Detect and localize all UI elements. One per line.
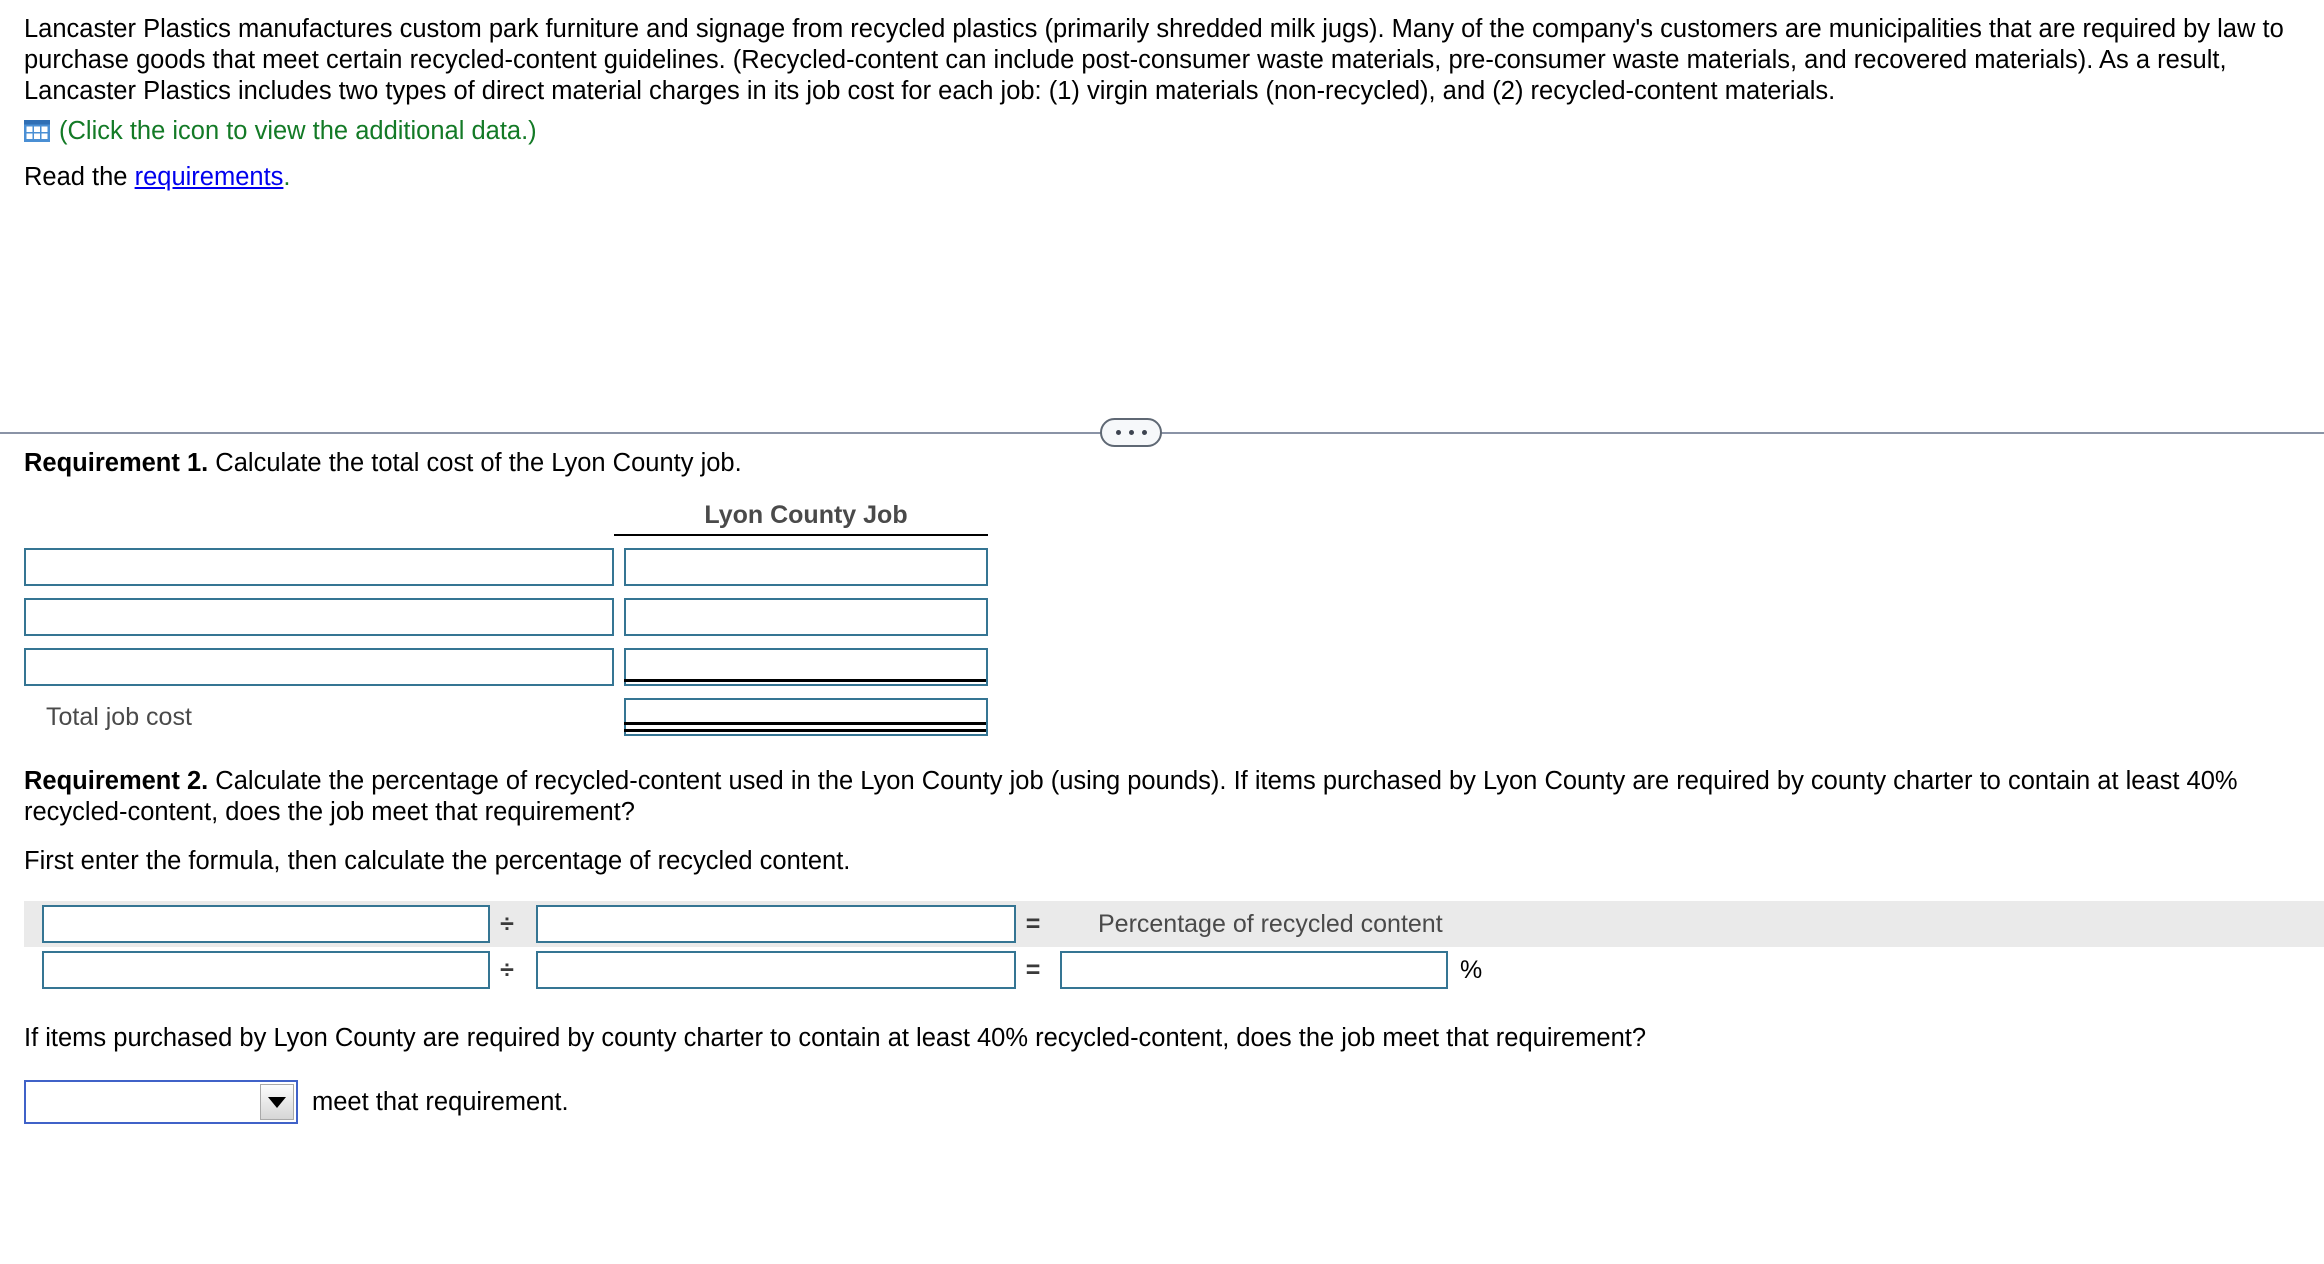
formula-numerator-label-input[interactable]	[42, 905, 490, 943]
requirement-2-text: Calculate the percentage of recycled-con…	[24, 767, 2238, 826]
equals-symbol-icon: =	[1025, 955, 1041, 984]
requirement-2-question: If items purchased by Lyon County are re…	[24, 1024, 1647, 1052]
row-3-value-cell	[614, 648, 988, 686]
divide-symbol-icon: ÷	[500, 955, 514, 984]
formula-block: ÷ = Percentage of recycled content ÷ = %	[24, 901, 2324, 993]
additional-data-link-label[interactable]: (Click the icon to view the additional d…	[59, 118, 537, 144]
total-row: Total job cost	[24, 698, 988, 736]
equals-symbol-icon: =	[1025, 909, 1041, 938]
requirement-1-heading: Requirement 1. Calculate the total cost …	[0, 448, 2324, 479]
calc-denominator-input[interactable]	[536, 951, 1016, 989]
row-spacer	[24, 535, 988, 548]
total-job-cost-cell	[614, 698, 988, 736]
spacer-cell	[24, 586, 614, 598]
total-rule-top-icon	[624, 722, 986, 725]
calc-result-input[interactable]	[1060, 951, 1448, 989]
percent-symbol-label: %	[1460, 955, 1483, 984]
spacer-cell	[614, 636, 988, 648]
row-1-label-cell	[24, 548, 614, 586]
additional-data-link-row[interactable]: (Click the icon to view the additional d…	[24, 118, 2308, 144]
read-prefix-label: Read the	[24, 163, 135, 191]
formula-row-2: ÷ = %	[24, 947, 2324, 993]
meets-requirement-dropdown[interactable]	[24, 1080, 298, 1124]
spacer-cell	[24, 686, 614, 698]
requirement-1-label: Requirement 1.	[24, 449, 209, 477]
divider-line	[0, 432, 2324, 434]
formula-instruction: First enter the formula, then calculate …	[24, 847, 851, 875]
spacer-cell	[24, 535, 614, 548]
formula-denominator-label-input[interactable]	[536, 905, 1016, 943]
total-rule-bottom-icon	[624, 729, 986, 732]
table-row	[24, 648, 988, 686]
spacer-cell	[614, 686, 988, 698]
divide-symbol-icon: ÷	[500, 909, 514, 938]
meets-requirement-row: meet that requirement.	[24, 1080, 2324, 1124]
row-3-label-input[interactable]	[24, 648, 614, 686]
read-suffix-label: .	[283, 163, 291, 191]
formula-result-label: Percentage of recycled content	[1098, 909, 1443, 938]
row-2-label-input[interactable]	[24, 598, 614, 636]
requirement-1-table: Lyon County Job Total job cost	[24, 501, 988, 736]
table-grid-icon[interactable]	[24, 120, 50, 142]
section-divider	[0, 418, 2324, 448]
row-spacer	[24, 686, 988, 698]
table-row	[24, 548, 988, 586]
row-2-value-input[interactable]	[624, 598, 988, 636]
requirement-1-text: Calculate the total cost of the Lyon Cou…	[208, 449, 742, 477]
requirement-2-heading: Requirement 2. Calculate the percentage …	[0, 766, 2324, 828]
dot-2-icon	[1128, 430, 1134, 435]
subtotal-rule-icon	[624, 679, 986, 682]
requirements-link[interactable]: requirements	[135, 163, 284, 191]
chevron-down-icon[interactable]	[260, 1084, 294, 1120]
column-header-lyon-county-job: Lyon County Job	[614, 501, 988, 536]
dot-3-icon	[1141, 430, 1147, 435]
requirement-2-label: Requirement 2.	[24, 767, 209, 795]
row-1-value-input[interactable]	[624, 548, 988, 586]
divider-expand-button[interactable]	[1100, 418, 1162, 447]
table-row	[24, 598, 988, 636]
meets-requirement-suffix-label: meet that requirement.	[312, 1087, 569, 1116]
dot-1-icon	[1115, 430, 1121, 435]
row-2-value-cell	[614, 598, 988, 636]
worksheet-body: Requirement 1. Calculate the total cost …	[0, 448, 2324, 1124]
spacer-cell	[614, 535, 988, 548]
row-spacer	[24, 636, 988, 648]
row-3-label-cell	[24, 648, 614, 686]
intro-paragraph: Lancaster Plastics manufactures custom p…	[24, 15, 2284, 105]
row-spacer	[24, 586, 988, 598]
row-2-label-cell	[24, 598, 614, 636]
spacer-cell	[24, 636, 614, 648]
table-header-row: Lyon County Job	[24, 501, 988, 536]
total-job-cost-label: Total job cost	[46, 702, 192, 731]
formula-row-1: ÷ = Percentage of recycled content	[24, 901, 2324, 947]
read-requirements-row: Read the requirements.	[24, 162, 2308, 192]
spacer-cell	[614, 586, 988, 598]
header-spacer-cell	[24, 501, 614, 535]
row-1-label-input[interactable]	[24, 548, 614, 586]
calc-numerator-input[interactable]	[42, 951, 490, 989]
intro-section: Lancaster Plastics manufactures custom p…	[0, 0, 2324, 192]
row-1-value-cell	[614, 548, 988, 586]
